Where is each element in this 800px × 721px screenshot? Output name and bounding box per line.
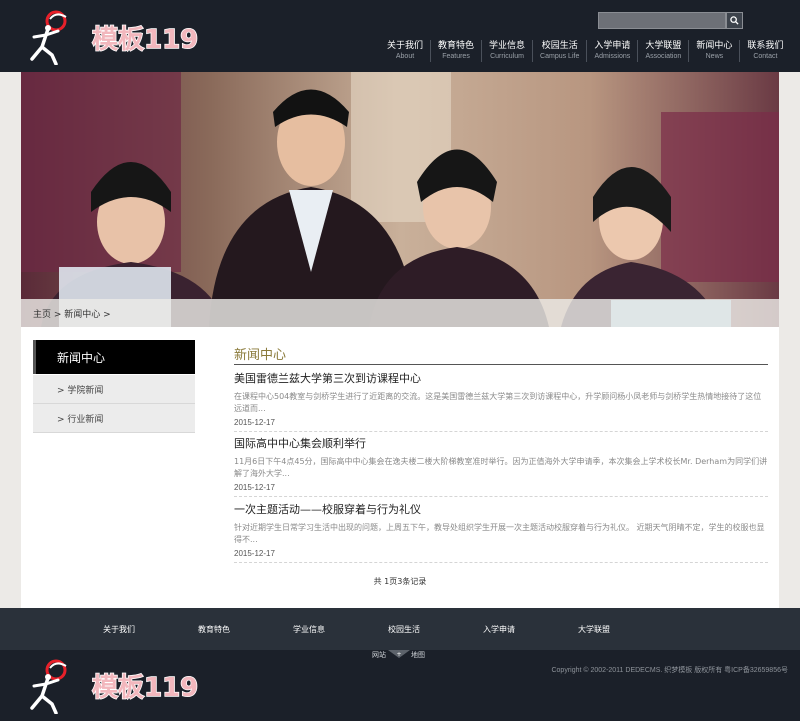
nav-item-campus-life[interactable]: 校园生活 Campus Life <box>532 40 586 62</box>
nav-item-features[interactable]: 教育特色 Features <box>430 40 481 62</box>
article-date: 2015-12-17 <box>234 483 275 492</box>
nav-item-label: 联系我们 <box>747 40 784 51</box>
footer-nav: 关于我们 教育特色 学业信息 校园生活 入学申请 大学联盟 <box>0 608 800 650</box>
nav-item-sublabel: Campus Life <box>540 52 580 60</box>
footer-nav-item[interactable]: 教育特色 <box>198 624 230 635</box>
nav-item-label: 关于我们 <box>387 40 424 51</box>
nav-item-label: 教育特色 <box>438 40 475 51</box>
sidebar-title-label: 新闻中心 <box>57 351 106 365</box>
breadcrumb-bar: 主页 > 新闻中心 > <box>21 299 779 327</box>
nav-item-association[interactable]: 大学联盟 Association <box>637 40 688 62</box>
nav-item-news[interactable]: 新闻中心 News <box>688 40 739 62</box>
article-summary: 在课程中心504教室与剑桥学生进行了近距离的交流。这是美国雷德兰兹大学第三次到访… <box>234 392 762 413</box>
footer-nav-item[interactable]: 入学申请 <box>483 624 515 635</box>
sitemap-label-left: 网站 <box>372 651 386 659</box>
hero-banner-photo <box>21 72 779 327</box>
students-photo <box>21 72 779 327</box>
sidebar-item-label: > 学院新闻 <box>57 386 104 396</box>
article-item: 美国雷德兰兹大学第三次到访课程中心 在课程中心504教室与剑桥学生进行了近距离的… <box>234 372 768 427</box>
logo-runner-icon[interactable] <box>26 658 74 714</box>
article-title-link[interactable]: 美国雷德兰兹大学第三次到访课程中心 <box>234 372 768 386</box>
copyright-text: Copyright © 2002-2011 DEDECMS. 织梦模板 版权所有… <box>551 667 788 674</box>
search-input[interactable] <box>598 12 726 29</box>
footer-nav-item[interactable]: 大学联盟 <box>578 624 610 635</box>
footer-nav-item[interactable]: 关于我们 <box>103 624 135 635</box>
sidebar-title: 新闻中心 <box>33 340 195 374</box>
article-divider <box>234 562 768 563</box>
nav-item-sublabel: Admissions <box>594 52 631 60</box>
section-divider <box>234 364 768 365</box>
article-date: 2015-12-17 <box>234 418 275 427</box>
svg-text:+: + <box>396 651 401 658</box>
article-item: 国际高中中心集会顺利举行 11月6日下午4点45分，国际高中中心集会在逸夫楼二楼… <box>234 437 768 492</box>
sidebar-item-college-news[interactable]: > 学院新闻 <box>33 375 195 404</box>
nav-item-label: 校园生活 <box>541 40 578 51</box>
nav-item-label: 学业信息 <box>489 40 526 51</box>
nav-item-sublabel: Features <box>442 52 470 60</box>
sidebar-item-industry-news[interactable]: > 行业新闻 <box>33 404 195 433</box>
search-icon <box>730 16 739 25</box>
nav-item-sublabel: Association <box>645 52 682 60</box>
search-button[interactable] <box>726 12 743 29</box>
footer-nav-item[interactable]: 校园生活 <box>388 624 420 635</box>
logo-text: 模板119 <box>92 673 198 703</box>
site-header: 模板119 关于我们 About 教育特色 Features 学业信息 Curr… <box>0 0 800 72</box>
article-title-link[interactable]: 国际高中中心集会顺利举行 <box>234 437 768 451</box>
sitemap-toggle[interactable]: 网站 <box>372 650 386 660</box>
article-divider <box>234 496 768 497</box>
article-divider <box>234 431 768 432</box>
site-footer: 模板119 网站 + 地图 Copyright © 2002-2011 DEDE… <box>0 650 800 721</box>
nav-item-about[interactable]: 关于我们 About <box>380 40 430 62</box>
nav-item-contact[interactable]: 联系我们 Contact <box>739 40 790 62</box>
article-summary: 11月6日下午4点45分，国际高中中心集会在逸夫楼二楼大阶梯教室准时举行。因为正… <box>234 457 768 478</box>
nav-item-sublabel: News <box>705 52 724 60</box>
logo-runner-icon[interactable] <box>26 9 74 65</box>
nav-item-admissions[interactable]: 入学申请 Admissions <box>586 40 637 62</box>
breadcrumb[interactable]: 主页 > 新闻中心 > <box>33 307 111 320</box>
nav-item-curriculum[interactable]: 学业信息 Curriculum <box>481 40 532 62</box>
nav-item-label: 入学申请 <box>594 40 631 51</box>
logo-text: 模板119 <box>92 25 198 55</box>
article-summary: 针对近期学生日常学习生活中出现的问题，上周五下午，教导处组织学生开展一次主题活动… <box>234 523 765 544</box>
article-item: 一次主题活动——校服穿着与行为礼仪 针对近期学生日常学习生活中出现的问题，上周五… <box>234 503 768 558</box>
nav-item-sublabel: Contact <box>753 52 778 60</box>
pagination-info: 共 1页3条记录 <box>373 577 427 586</box>
nav-item-sublabel: About <box>395 52 415 60</box>
nav-item-label: 新闻中心 <box>696 40 733 51</box>
sidebar-item-label: > 行业新闻 <box>57 415 104 425</box>
logo-wordmark[interactable]: 模板119 <box>90 666 205 706</box>
main-nav: 关于我们 About 教育特色 Features 学业信息 Curriculum… <box>380 40 790 62</box>
nav-item-label: 大学联盟 <box>645 40 682 51</box>
logo-wordmark[interactable]: 模板119 <box>90 18 205 58</box>
main-content: 新闻中心 > 学院新闻 > 行业新闻 新闻中心 美国雷德兰兹大学第三次到访课程中… <box>21 327 779 608</box>
sitemap-label-right[interactable]: 地图 <box>411 650 425 660</box>
section-title: 新闻中心 <box>234 348 287 363</box>
footer-nav-item[interactable]: 学业信息 <box>293 624 325 635</box>
chevron-down-icon[interactable]: + <box>388 650 410 658</box>
article-date: 2015-12-17 <box>234 549 275 558</box>
nav-item-sublabel: Curriculum <box>490 52 524 60</box>
article-title-link[interactable]: 一次主题活动——校服穿着与行为礼仪 <box>234 503 768 517</box>
